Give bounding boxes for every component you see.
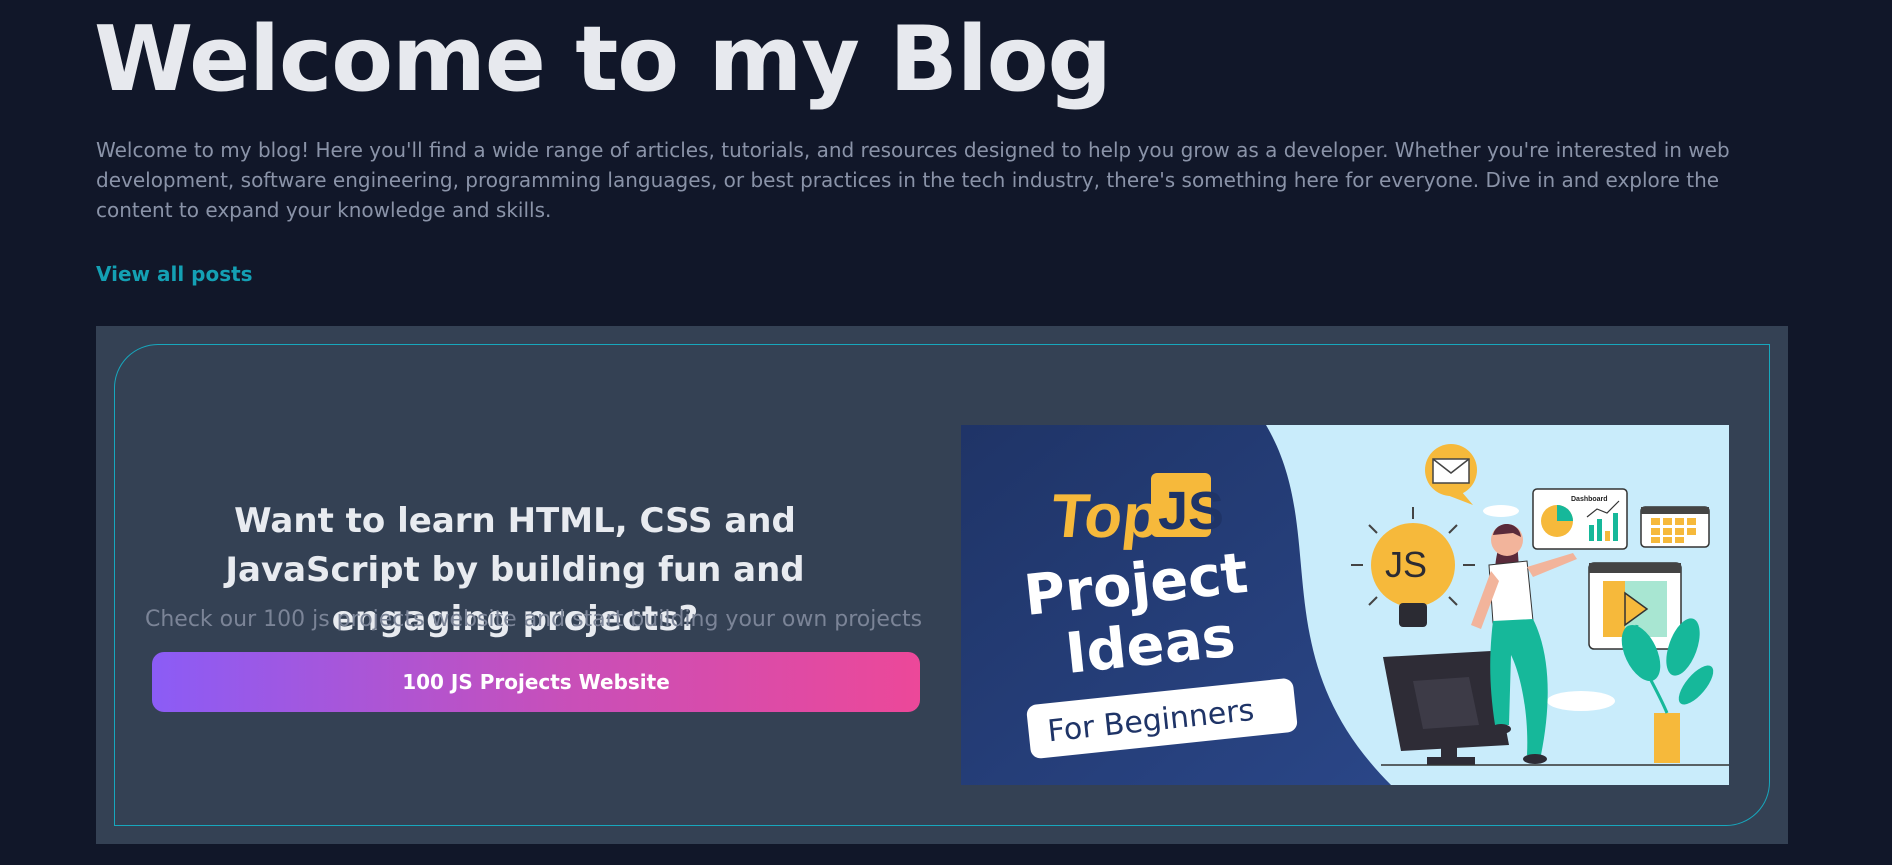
dashboard-card: Dashboard bbox=[1532, 488, 1628, 550]
promo-banner: Want to learn HTML, CSS and JavaScript b… bbox=[96, 326, 1788, 844]
bulb-js-text: JS bbox=[1385, 544, 1427, 585]
page-title: Welcome to my Blog bbox=[94, 7, 1112, 112]
cloud-shape bbox=[1547, 691, 1615, 711]
dashboard-label: Dashboard bbox=[1571, 496, 1608, 503]
view-all-posts-link[interactable]: View all posts bbox=[96, 262, 253, 286]
intro-paragraph: Welcome to my blog! Here you'll find a w… bbox=[96, 138, 1730, 222]
cloud-shape bbox=[1483, 505, 1519, 517]
promo-top-word: Top bbox=[1048, 482, 1164, 551]
calculator-widget bbox=[1640, 506, 1710, 548]
promo-illustration: Top JS Project Ideas For Beginners JS Da… bbox=[961, 425, 1729, 785]
banner-frame: Want to learn HTML, CSS and JavaScript b… bbox=[114, 344, 1770, 826]
promo-image[interactable]: Top JS Project Ideas For Beginners JS Da… bbox=[961, 425, 1729, 785]
projects-website-button[interactable]: 100 JS Projects Website bbox=[152, 652, 920, 712]
promo-js-badge: JS bbox=[1158, 481, 1224, 541]
banner-subheading: Check our 100 js projects website and st… bbox=[145, 607, 923, 632]
blog-page: Welcome to my Blog Welcome to my blog! H… bbox=[0, 0, 1892, 865]
